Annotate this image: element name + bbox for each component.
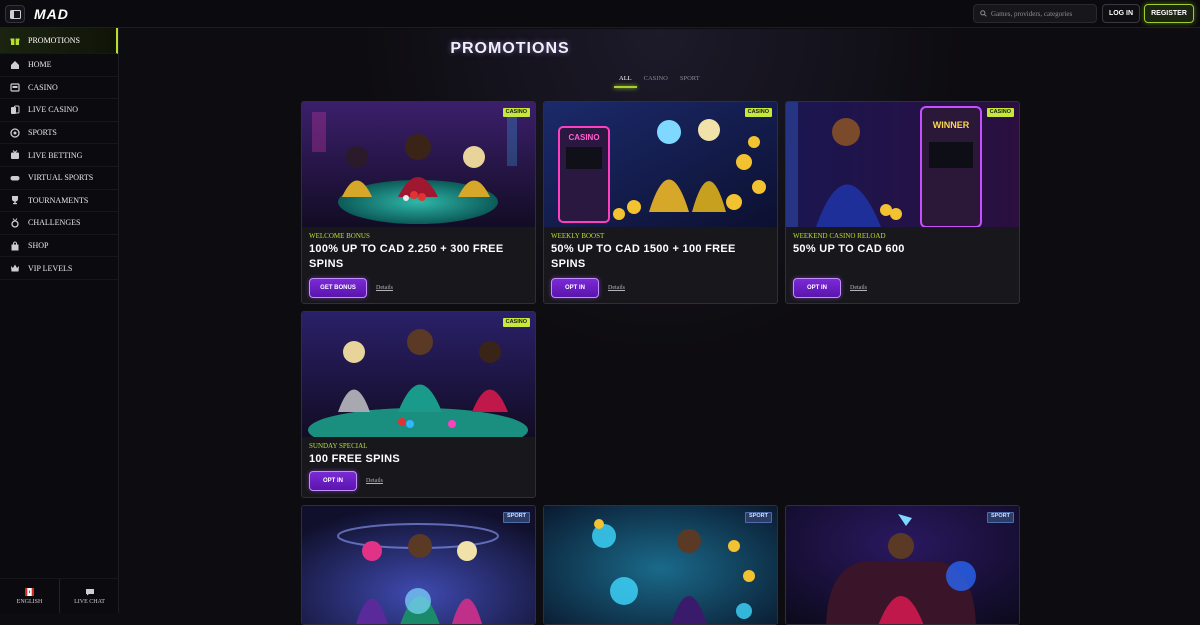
sidebar-item-label: CASINO bbox=[28, 82, 58, 92]
live-chat-button[interactable]: LIVE CHAT bbox=[59, 579, 119, 613]
sidebar-item-sports[interactable]: SPORTS bbox=[0, 122, 118, 145]
sidebar-item-label: VIP LEVELS bbox=[28, 263, 73, 273]
opt-in-button[interactable]: OPT IN bbox=[793, 278, 841, 298]
live-chat-label: LIVE CHAT bbox=[74, 598, 105, 605]
promo-image bbox=[544, 506, 777, 624]
sidebar-item-promotions[interactable]: PROMOTIONS bbox=[0, 28, 118, 54]
promo-image bbox=[302, 312, 535, 437]
promo-title: 50% UP TO CAD 600 bbox=[793, 243, 905, 255]
medal-icon bbox=[10, 218, 20, 228]
category-badge: CASINO bbox=[502, 318, 530, 327]
cards-icon bbox=[10, 105, 20, 115]
promo-card-sport-1[interactable]: SPORT bbox=[301, 505, 536, 625]
promo-card-sport-2[interactable]: SPORT bbox=[543, 505, 778, 625]
winner-sign-text: WINNER bbox=[933, 120, 970, 130]
sidebar-toggle-icon[interactable] bbox=[5, 5, 25, 23]
tab-casino[interactable]: CASINO bbox=[642, 75, 670, 88]
search-input[interactable] bbox=[991, 9, 1091, 18]
shopping-bag-icon bbox=[10, 241, 20, 251]
category-badge: SPORT bbox=[987, 512, 1014, 523]
sidebar-item-label: CHALLENGES bbox=[28, 218, 81, 228]
search-icon bbox=[980, 10, 987, 17]
promo-filter-tabs: ALL CASINO SPORT bbox=[614, 75, 702, 88]
promo-image bbox=[302, 102, 535, 227]
main-content: PROMOTIONS ALL CASINO SPORT CASINO WELCO… bbox=[120, 29, 1200, 625]
sidebar-item-tournaments[interactable]: TOURNAMENTS bbox=[0, 190, 118, 213]
promo-subtitle: WEEKEND CASINO RELOAD bbox=[793, 232, 886, 240]
language-selector[interactable]: ENGLISH bbox=[0, 579, 59, 613]
sidebar-item-label: SPORTS bbox=[28, 128, 57, 138]
promo-subtitle: WEEKLY BOOST bbox=[551, 232, 605, 240]
promo-card-welcome-bonus[interactable]: CASINO WELCOME BONUS 100% UP TO CAD 2.25… bbox=[301, 101, 536, 304]
tab-sport[interactable]: SPORT bbox=[678, 75, 702, 88]
details-link[interactable]: Details bbox=[850, 285, 867, 291]
promo-card-weekly-boost[interactable]: CASINO CASINO WEEKLY BOOST 50% UP TO CAD… bbox=[543, 101, 778, 304]
sidebar-item-label: LIVE BETTING bbox=[28, 150, 83, 160]
category-badge: SPORT bbox=[745, 512, 772, 523]
tab-all[interactable]: ALL bbox=[614, 75, 637, 88]
promo-title: 100 FREE SPINS bbox=[309, 453, 401, 465]
sidebar-footer: ENGLISH LIVE CHAT bbox=[0, 578, 119, 613]
promo-title: 50% UP TO CAD 1500 + 100 FREE SPINS bbox=[551, 243, 736, 270]
chat-bubble-icon bbox=[85, 588, 94, 595]
home-icon bbox=[10, 60, 20, 70]
login-button[interactable]: LOG IN bbox=[1102, 4, 1140, 23]
promo-card-sunday-special[interactable]: CASINO SUNDAY SPECIAL 100 FREE SPINS OPT… bbox=[301, 311, 536, 498]
sidebar-item-label: VIRTUAL SPORTS bbox=[28, 173, 94, 183]
promo-image: CASINO bbox=[544, 102, 777, 227]
opt-in-button[interactable]: OPT IN bbox=[309, 471, 357, 491]
promo-card-weekend-reload[interactable]: WINNER CASINO WEEKEND CASINO RELOAD 50% … bbox=[785, 101, 1020, 304]
details-link[interactable]: Details bbox=[376, 285, 393, 291]
sidebar: PROMOTIONS HOME CASINO LIVE CASINO SPORT… bbox=[0, 28, 119, 613]
gift-icon bbox=[10, 36, 20, 46]
promo-subtitle: SUNDAY SPECIAL bbox=[309, 442, 368, 450]
promo-image bbox=[786, 506, 1019, 624]
trophy-icon bbox=[10, 195, 20, 205]
promo-title: 100% UP TO CAD 2.250 + 300 FREE SPINS bbox=[309, 243, 504, 270]
promo-image bbox=[302, 506, 535, 624]
get-bonus-button[interactable]: GET BONUS bbox=[309, 278, 367, 298]
gamepad-icon bbox=[10, 173, 20, 183]
sidebar-item-label: PROMOTIONS bbox=[28, 36, 81, 45]
sidebar-item-vip-levels[interactable]: VIP LEVELS bbox=[0, 257, 118, 280]
sidebar-item-live-betting[interactable]: LIVE BETTING bbox=[0, 144, 118, 167]
sidebar-item-challenges[interactable]: CHALLENGES bbox=[0, 212, 118, 235]
search-box[interactable] bbox=[973, 4, 1097, 23]
tv-icon bbox=[10, 150, 20, 160]
sidebar-item-home[interactable]: HOME bbox=[0, 54, 118, 77]
category-badge: SPORT bbox=[503, 512, 530, 523]
promo-subtitle: WELCOME BONUS bbox=[309, 232, 370, 240]
category-badge: CASINO bbox=[502, 108, 530, 117]
soccer-ball-icon bbox=[10, 127, 20, 138]
sidebar-item-label: SHOP bbox=[28, 241, 49, 251]
slot-machine-icon bbox=[10, 82, 20, 92]
page-title: PROMOTIONS bbox=[450, 40, 570, 57]
sidebar-item-shop[interactable]: SHOP bbox=[0, 235, 118, 258]
crown-icon bbox=[10, 263, 20, 273]
category-badge: CASINO bbox=[744, 108, 772, 117]
opt-in-button[interactable]: OPT IN bbox=[551, 278, 599, 298]
sidebar-item-label: HOME bbox=[28, 60, 52, 70]
slot-sign-text: CASINO bbox=[568, 133, 599, 142]
language-label: ENGLISH bbox=[16, 598, 43, 605]
canada-flag-icon bbox=[25, 587, 34, 596]
register-button[interactable]: REGISTER bbox=[1144, 4, 1194, 23]
details-link[interactable]: Details bbox=[608, 285, 625, 291]
sidebar-item-virtual-sports[interactable]: VIRTUAL SPORTS bbox=[0, 167, 118, 190]
promo-card-sport-3[interactable]: SPORT bbox=[785, 505, 1020, 625]
logo[interactable]: MAD bbox=[34, 6, 69, 22]
category-badge: CASINO bbox=[986, 108, 1014, 117]
top-bar: MAD LOG IN REGISTER bbox=[0, 0, 1200, 28]
sidebar-item-casino[interactable]: CASINO bbox=[0, 77, 118, 100]
details-link[interactable]: Details bbox=[366, 478, 383, 484]
promo-image: WINNER bbox=[786, 102, 1019, 227]
sidebar-item-label: TOURNAMENTS bbox=[28, 195, 89, 205]
sidebar-item-live-casino[interactable]: LIVE CASINO bbox=[0, 99, 118, 122]
sidebar-item-label: LIVE CASINO bbox=[28, 105, 78, 115]
